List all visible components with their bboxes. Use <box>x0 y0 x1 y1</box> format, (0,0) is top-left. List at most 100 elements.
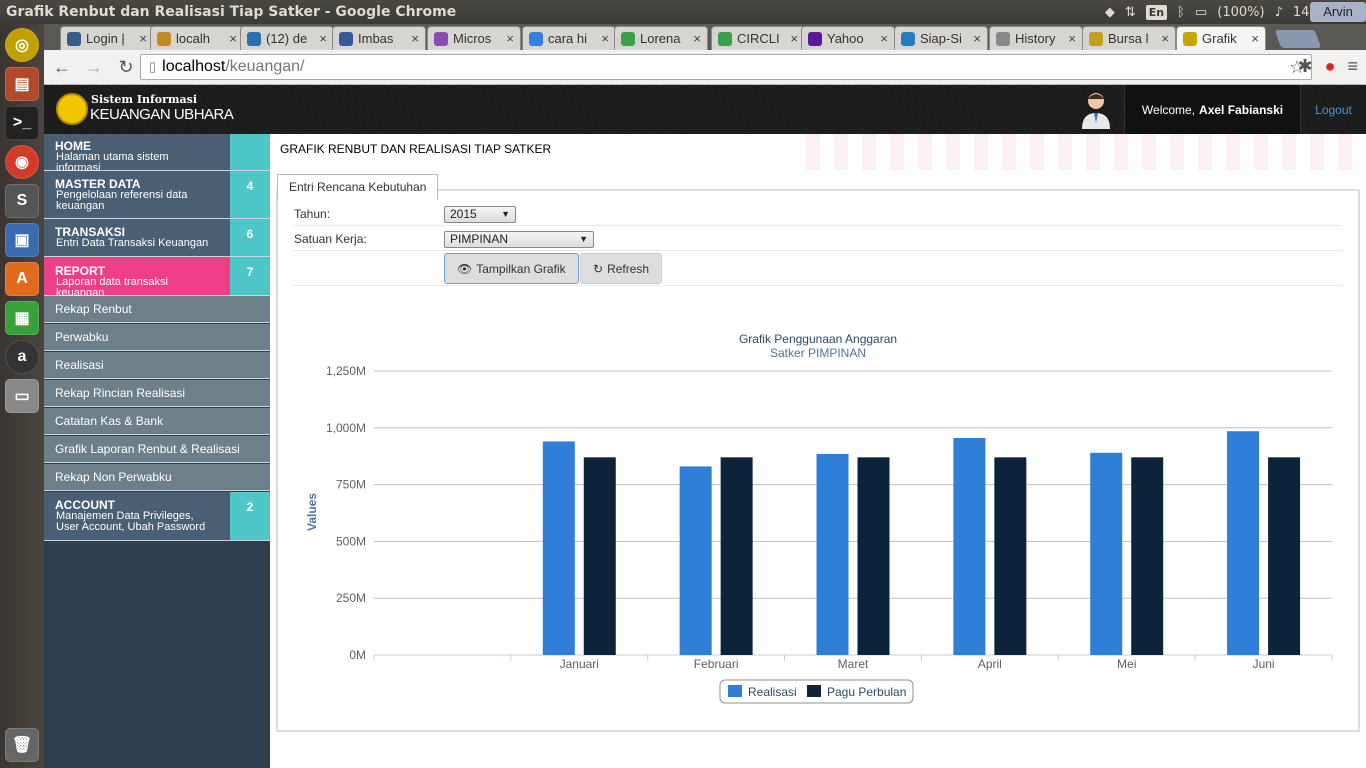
bluetooth-icon[interactable]: ᛒ <box>1177 5 1185 20</box>
tab-close-icon[interactable]: × <box>411 31 419 46</box>
chart-bar-realisasi[interactable] <box>816 453 849 655</box>
chart-bar-realisasi[interactable] <box>1090 452 1123 655</box>
sidebar-subitem-grafik[interactable]: Grafik Laporan Renbut & Realisasi <box>44 436 270 463</box>
tab-favicon-icon <box>157 31 171 46</box>
tab-favicon-icon <box>1183 31 1197 46</box>
sidebar-item-account[interactable]: ACCOUNT Manajemen Data Privileges, User … <box>44 492 270 541</box>
browser-tab[interactable]: Grafik × <box>1176 26 1266 50</box>
chart-bar-pagu-perbulan[interactable] <box>857 457 890 655</box>
tab-close-icon[interactable]: × <box>790 31 798 46</box>
chart-bar-pagu-perbulan[interactable] <box>583 457 616 655</box>
tab-close-icon[interactable]: × <box>693 31 701 46</box>
sidebar-item-master-data[interactable]: MASTER DATA Pengelolaan referensi data k… <box>44 171 270 219</box>
browser-user-button[interactable]: Arvin <box>1310 2 1366 22</box>
sidebar: HOME Halaman utama sistem informasi MAST… <box>44 134 270 768</box>
sidebar-subitem-realisasi[interactable]: Realisasi <box>44 352 270 379</box>
battery-level: (100%) <box>1217 4 1265 20</box>
tab-close-icon[interactable]: × <box>139 31 147 46</box>
spreadsheet-icon[interactable]: ▦ <box>5 301 39 335</box>
sidebar-subitem-perwabku[interactable]: Perwabku <box>44 324 270 351</box>
sidebar-item-report[interactable]: REPORT Laporan data transaksi keuangan 7 <box>44 257 270 299</box>
tab-title: Grafik <box>1202 31 1237 46</box>
chart-bar-pagu-perbulan[interactable] <box>994 457 1027 655</box>
tab-close-icon[interactable]: × <box>1161 31 1169 46</box>
browser-tab[interactable]: History × <box>989 26 1083 50</box>
chart-bar-realisasi[interactable] <box>953 438 986 655</box>
terminal-icon[interactable]: >_ <box>5 106 39 140</box>
amazon-icon[interactable]: a <box>5 340 39 374</box>
browser-tab[interactable]: Lorena × <box>614 26 708 50</box>
browser-tab[interactable]: CIRCLI × <box>711 26 805 50</box>
tab-title: Micros <box>453 31 492 46</box>
chart-title: Grafik Penggunaan Anggaran <box>739 332 897 346</box>
chart-x-tick-label: Juni <box>1253 657 1275 671</box>
browser-tab[interactable]: (12) de × <box>240 26 334 50</box>
network-icon[interactable]: ⇅ <box>1125 5 1136 20</box>
chart-bar-pagu-perbulan[interactable] <box>720 457 753 655</box>
back-arrow-icon[interactable]: ← <box>48 53 76 81</box>
software-center-icon[interactable]: A <box>5 262 39 296</box>
browser-tab[interactable]: localh × <box>150 26 244 50</box>
sidebar-report-badge: 7 <box>230 257 270 295</box>
chart-y-axis-label: Values <box>305 493 319 531</box>
legend-label-pagu: Pagu Perbulan <box>827 685 906 699</box>
tab-close-icon[interactable]: × <box>601 31 609 46</box>
chart-legend: Realisasi Pagu Perbulan <box>719 679 914 704</box>
extension-stop-icon[interactable]: ● <box>1325 56 1336 77</box>
disk-icon[interactable]: ▭ <box>5 379 39 413</box>
chart-bar-realisasi[interactable] <box>542 441 575 655</box>
files-icon[interactable]: ▤ <box>5 67 39 101</box>
volume-icon[interactable]: ♪ <box>1275 5 1283 20</box>
sidebar-item-home[interactable]: HOME Halaman utama sistem informasi <box>44 134 270 174</box>
chart-bar-pagu-perbulan[interactable] <box>1131 457 1164 655</box>
main-content: GRAFIK RENBUT DAN REALISASI TIAP SATKER … <box>270 134 1366 768</box>
battery-icon[interactable]: ▭ <box>1195 5 1207 20</box>
extensions: ✱ ● ≡ <box>1298 56 1358 77</box>
chrome-icon[interactable]: ◉ <box>5 145 39 179</box>
legend-swatch-pagu <box>807 685 821 697</box>
sidebar-subitem-kas-bank[interactable]: Catatan Kas & Bank <box>44 408 270 435</box>
tab-close-icon[interactable]: × <box>1251 31 1259 46</box>
sidebar-subitem-rekap-renbut[interactable]: Rekap Renbut <box>44 296 270 323</box>
tab-favicon-icon <box>718 31 732 46</box>
tab-close-icon[interactable]: × <box>880 31 888 46</box>
chart-bar-pagu-perbulan[interactable] <box>1268 457 1301 655</box>
tab-close-icon[interactable]: × <box>229 31 237 46</box>
chart-bars <box>542 431 1301 655</box>
sidebar-subitem-rekap-rincian[interactable]: Rekap Rincian Realisasi <box>44 380 270 407</box>
menu-icon[interactable]: ≡ <box>1347 56 1358 77</box>
browser-tab[interactable]: Siap-Si × <box>894 26 988 50</box>
chart-x-tick-label: Maret <box>838 657 869 671</box>
browser-toolbar: ← → ↻ ▯ localhost/keuangan/ ☆ ✱ ● ≡ <box>44 50 1366 85</box>
sidebar-item-transaksi[interactable]: TRANSAKSI Entri Data Transaksi Keuangan … <box>44 219 270 257</box>
keyboard-layout-indicator[interactable]: En <box>1145 4 1168 20</box>
sidebar-account-badge: 2 <box>230 492 270 540</box>
browser-tab[interactable]: Bursa l × <box>1082 26 1176 50</box>
chart-x-tick-label: Januari <box>560 657 599 671</box>
browser-tab[interactable]: Imbas × <box>332 26 426 50</box>
browser-tab[interactable]: Login | × <box>60 26 154 50</box>
tab-close-icon[interactable]: × <box>973 31 981 46</box>
browser-tab[interactable]: Micros × <box>427 26 521 50</box>
sidebar-subitem-non-perwabku[interactable]: Rekap Non Perwabku <box>44 464 270 491</box>
trash-icon[interactable]: 🗑 <box>5 728 39 762</box>
chart-bar-realisasi[interactable] <box>679 466 712 655</box>
reload-icon[interactable]: ↻ <box>112 53 140 81</box>
extension-bug-icon[interactable]: ✱ <box>1298 56 1313 77</box>
chart-y-tick-label: 750M <box>336 478 366 492</box>
tab-close-icon[interactable]: × <box>506 31 514 46</box>
browser-tab[interactable]: cara hi × <box>522 26 616 50</box>
tab-favicon-icon <box>529 31 543 46</box>
virtualbox-icon[interactable]: ▣ <box>5 223 39 257</box>
new-tab-button[interactable] <box>1274 30 1322 48</box>
sublime-text-icon[interactable]: S <box>5 184 39 218</box>
chart-bar-realisasi[interactable] <box>1227 431 1260 655</box>
address-bar[interactable]: ▯ localhost/keuangan/ ☆ <box>140 54 1312 80</box>
browser-tab[interactable]: Yahoo × <box>801 26 895 50</box>
forward-arrow-icon[interactable]: → <box>80 53 108 81</box>
tab-close-icon[interactable]: × <box>1068 31 1076 46</box>
ubuntu-dash-icon[interactable]: ◎ <box>5 28 39 62</box>
tab-close-icon[interactable]: × <box>319 31 327 46</box>
dropbox-icon[interactable]: ◆ <box>1105 5 1115 20</box>
logout-link[interactable]: Logout <box>1300 85 1366 134</box>
